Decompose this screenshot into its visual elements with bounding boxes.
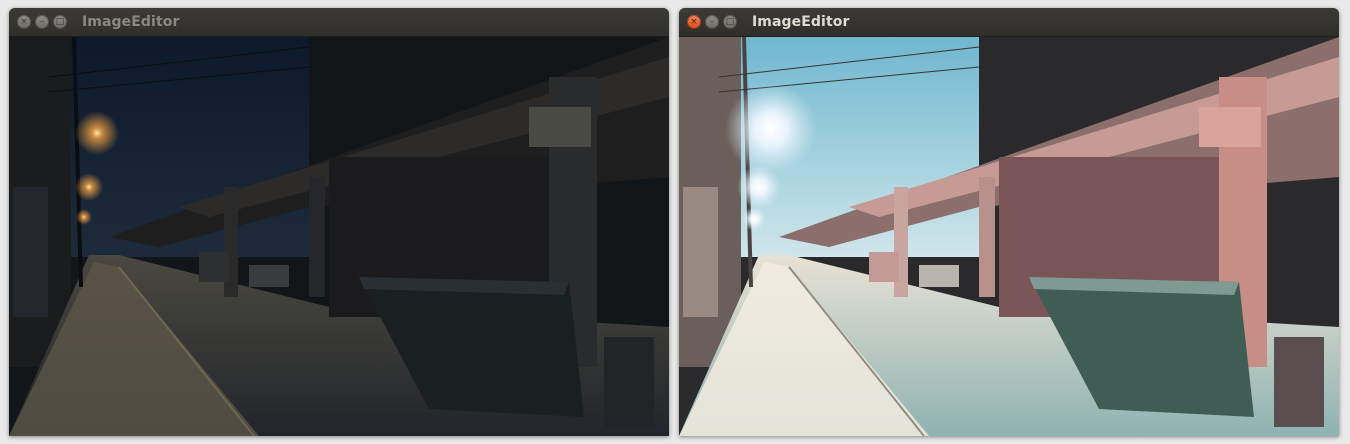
window-title: ImageEditor bbox=[752, 14, 850, 30]
image-editor-window-enhanced: × – □ ImageEditor bbox=[679, 8, 1339, 436]
minimize-icon[interactable]: – bbox=[705, 15, 719, 29]
window-controls: × – □ bbox=[17, 15, 67, 29]
close-icon[interactable]: × bbox=[687, 15, 701, 29]
image-editor-window-original: × – □ ImageEditor bbox=[9, 8, 669, 436]
titlebar[interactable]: × – □ ImageEditor bbox=[679, 8, 1339, 37]
maximize-icon[interactable]: □ bbox=[723, 15, 737, 29]
alley-photo-enhanced bbox=[679, 37, 1339, 436]
image-canvas-original[interactable] bbox=[9, 37, 669, 436]
maximize-icon[interactable]: □ bbox=[53, 15, 67, 29]
window-title: ImageEditor bbox=[82, 14, 180, 30]
window-controls: × – □ bbox=[687, 15, 737, 29]
alley-photo-dark bbox=[9, 37, 669, 436]
close-icon[interactable]: × bbox=[17, 15, 31, 29]
image-canvas-enhanced[interactable] bbox=[679, 37, 1339, 436]
titlebar[interactable]: × – □ ImageEditor bbox=[9, 8, 669, 37]
minimize-icon[interactable]: – bbox=[35, 15, 49, 29]
